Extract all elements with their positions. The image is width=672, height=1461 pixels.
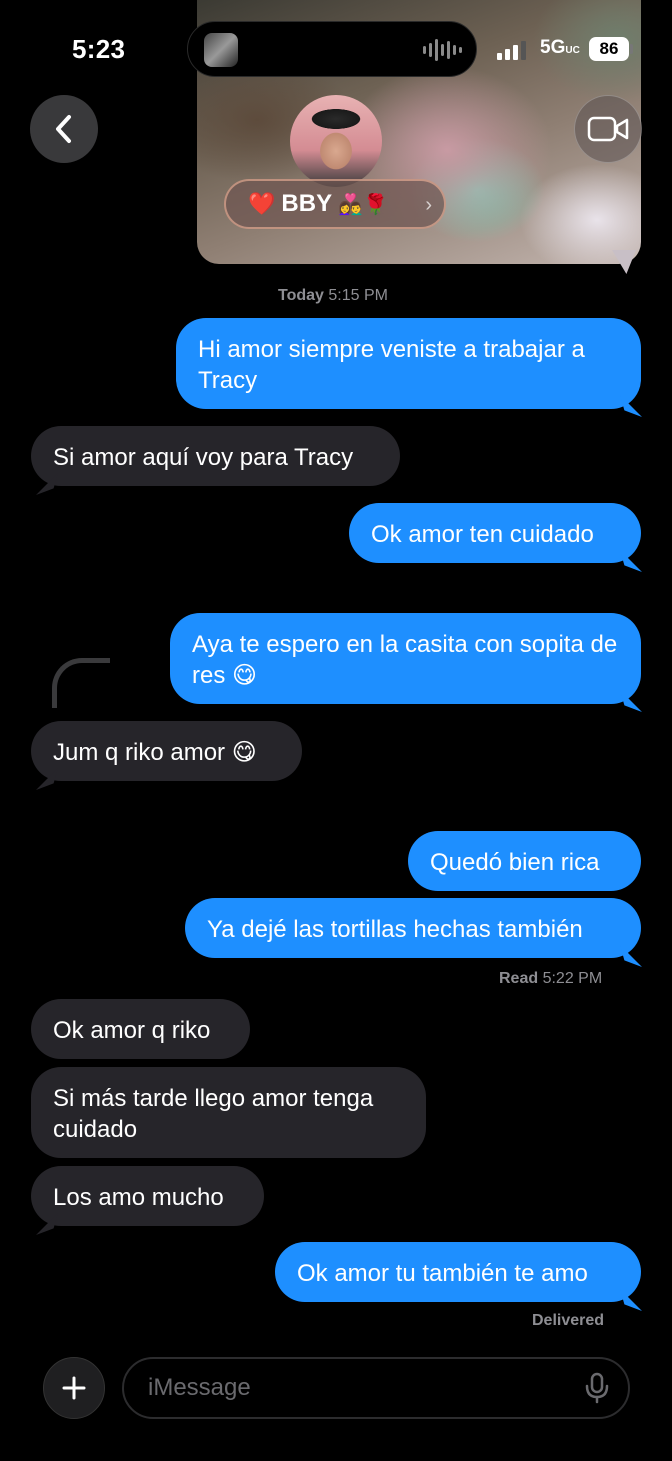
back-button[interactable] [30, 95, 98, 163]
message-bubble-received[interactable]: Si amor aquí voy para Tracy [31, 426, 400, 486]
delivered-receipt: Delivered [532, 1312, 605, 1329]
audio-waveform-icon [423, 38, 462, 62]
apps-plus-button[interactable] [43, 1357, 105, 1419]
message-bubble-sent[interactable]: Ya dejé las tortillas hechas también [185, 898, 641, 958]
reply-thread-line [52, 658, 110, 708]
status-time: 5:23 [72, 34, 126, 64]
message-bubble-sent[interactable]: Ok amor ten cuidado [349, 503, 641, 563]
contact-name: BBY [281, 190, 333, 217]
couple-rose-emoji: 👩‍❤️‍👨🌹 [338, 193, 388, 216]
battery-indicator: 86 [589, 37, 629, 61]
message-bubble-received[interactable]: Jum q riko amor 😋 [31, 721, 302, 781]
now-playing-thumbnail [204, 33, 238, 67]
message-bubble-sent[interactable]: Aya te espero en la casita con sopita de… [170, 613, 641, 704]
heart-emoji: ❤️ [248, 191, 276, 216]
cellular-signal-icon [497, 40, 526, 60]
battery-nub [630, 44, 633, 54]
message-bubble-sent[interactable]: Quedó bien rica [408, 831, 641, 891]
chevron-right-icon: › [425, 194, 432, 216]
message-bubble-received[interactable]: Si más tarde llego amor tenga cuidado [31, 1067, 426, 1158]
plus-icon [62, 1376, 86, 1400]
conversation-timestamp: Today 5:15 PM [278, 287, 388, 304]
microphone-icon[interactable] [584, 1372, 610, 1404]
message-input[interactable]: iMessage [122, 1357, 630, 1419]
message-bubble-sent[interactable]: Ok amor tu también te amo [275, 1242, 641, 1302]
chevron-left-icon [56, 115, 71, 143]
contact-avatar[interactable] [290, 95, 382, 187]
network-type: 5GUC [540, 37, 580, 58]
video-camera-icon [587, 116, 629, 142]
message-bubble-received[interactable]: Los amo mucho [31, 1166, 264, 1226]
message-bubble-sent[interactable]: Hi amor siempre veniste a trabajar a Tra… [176, 318, 641, 409]
facetime-video-button[interactable] [574, 95, 642, 163]
contact-name-pill[interactable]: ❤️ BBY 👩‍❤️‍👨🌹 › [224, 179, 446, 229]
dynamic-island[interactable] [187, 21, 477, 77]
message-bubble-received[interactable]: Ok amor q riko [31, 999, 250, 1059]
read-receipt: Read 5:22 PM [499, 970, 603, 987]
